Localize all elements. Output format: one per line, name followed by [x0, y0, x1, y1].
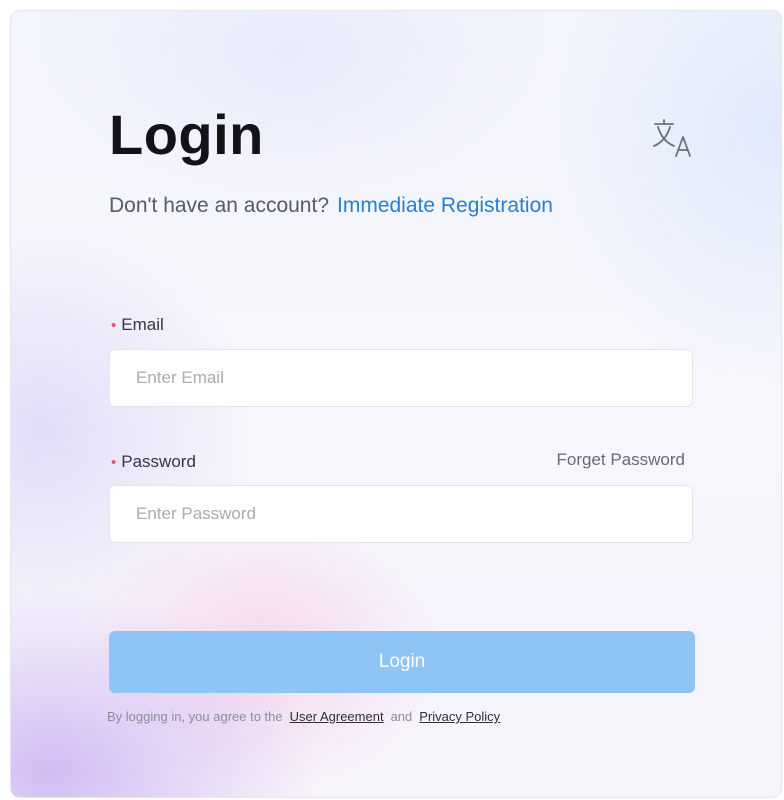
user-agreement-link[interactable]: User Agreement — [290, 709, 384, 724]
login-button[interactable]: Login — [109, 631, 695, 693]
required-marker: • — [111, 454, 117, 471]
password-label: • Password — [111, 452, 196, 472]
agreement-prefix: By logging in, you agree to the — [107, 709, 283, 724]
register-prompt-text: Don't have an account? — [109, 194, 329, 217]
email-field[interactable] — [109, 349, 693, 407]
email-label: • Email — [111, 315, 164, 335]
password-label-text: Password — [121, 452, 196, 471]
privacy-policy-link[interactable]: Privacy Policy — [419, 709, 500, 724]
email-label-text: Email — [121, 315, 164, 334]
agreement-notice: By logging in, you agree to the User Agre… — [107, 709, 507, 724]
translate-icon[interactable] — [651, 115, 697, 161]
password-field[interactable] — [109, 485, 693, 543]
page-title: Login — [109, 103, 264, 166]
forget-password-link[interactable]: Forget Password — [557, 450, 686, 470]
agreement-conjunction: and — [390, 709, 413, 724]
login-card: Login Don't have an account? Immediate Re… — [10, 10, 782, 798]
register-prompt: Don't have an account? Immediate Registra… — [109, 194, 553, 218]
required-marker: • — [111, 317, 117, 334]
register-link[interactable]: Immediate Registration — [337, 194, 553, 217]
